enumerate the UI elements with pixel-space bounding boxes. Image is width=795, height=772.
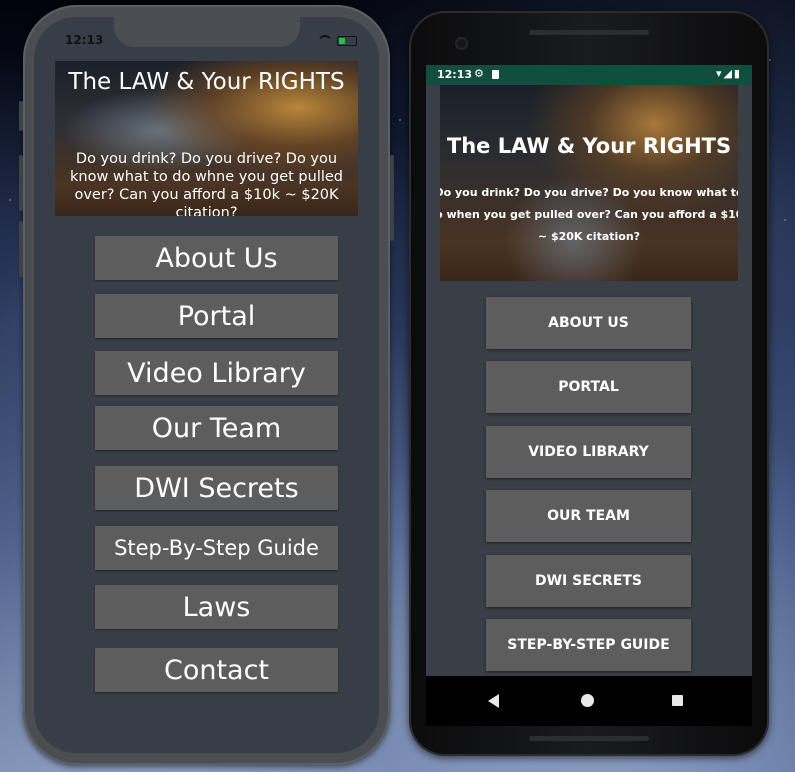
power-button: [390, 155, 394, 241]
video-library-button[interactable]: Video Library: [95, 351, 338, 395]
about-us-button[interactable]: About Us: [95, 236, 338, 280]
header-banner: The LAW & Your RIGHTS Do you drink? Do y…: [440, 85, 738, 281]
step-by-step-guide-button[interactable]: STEP-BY-STEP GUIDE: [486, 619, 691, 671]
notch: [114, 17, 300, 47]
header-title: The LAW & Your RIGHTS: [68, 69, 345, 95]
iphone-device-frame: 12:13 The LAW & Your RIGHTS Do you drink…: [19, 5, 394, 765]
sd-card-icon: [492, 70, 499, 79]
our-team-button[interactable]: OUR TEAM: [486, 490, 691, 542]
android-device-frame: 12:13 ⚙ ▾◢▮ The LAW & Your RIGHTS Do you…: [409, 11, 769, 756]
volume-up-button: [19, 155, 23, 211]
portal-button[interactable]: PORTAL: [486, 361, 691, 413]
status-time: 12:13: [65, 33, 104, 47]
header-title: The LAW & Your RIGHTS: [446, 134, 732, 158]
back-icon[interactable]: [488, 694, 499, 708]
home-icon[interactable]: [581, 694, 594, 707]
video-library-button[interactable]: VIDEO LIBRARY: [486, 426, 691, 478]
android-status-bar: 12:13 ⚙ ▾◢▮: [426, 65, 752, 85]
status-time: 12:13: [437, 68, 473, 81]
header-subtitle: Do you drink? Do you drive? Do you know …: [69, 151, 344, 216]
contact-button[interactable]: Contact: [95, 648, 338, 692]
iphone-screen: 12:13 The LAW & Your RIGHTS Do you drink…: [34, 17, 379, 753]
recents-icon[interactable]: [672, 695, 683, 706]
top-speaker: [529, 30, 649, 35]
mute-switch: [19, 101, 23, 131]
header-subtitle: Do you drink? Do you drive? Do you know …: [440, 186, 738, 243]
bottom-speaker: [529, 736, 649, 741]
portal-button[interactable]: Portal: [95, 294, 338, 338]
our-team-button[interactable]: Our Team: [95, 406, 338, 450]
about-us-button[interactable]: ABOUT US: [486, 297, 691, 349]
laws-button[interactable]: Laws: [95, 585, 338, 629]
volume-down-button: [19, 221, 23, 277]
battery-icon: [337, 36, 357, 46]
header-banner: The LAW & Your RIGHTS Do you drink? Do y…: [55, 61, 358, 216]
android-nav-bar: [426, 676, 752, 726]
step-by-step-guide-button[interactable]: Step-By-Step Guide: [95, 526, 338, 570]
status-icons: [317, 35, 357, 47]
front-camera: [457, 39, 466, 48]
dwi-secrets-button[interactable]: DWI SECRETS: [486, 555, 691, 607]
gear-icon: ⚙: [474, 67, 484, 80]
wifi-icon: [317, 35, 333, 47]
dwi-secrets-button[interactable]: DWI Secrets: [95, 466, 338, 510]
signal-icon: ▾◢▮: [715, 67, 742, 80]
android-screen: 12:13 ⚙ ▾◢▮ The LAW & Your RIGHTS Do you…: [426, 65, 752, 726]
